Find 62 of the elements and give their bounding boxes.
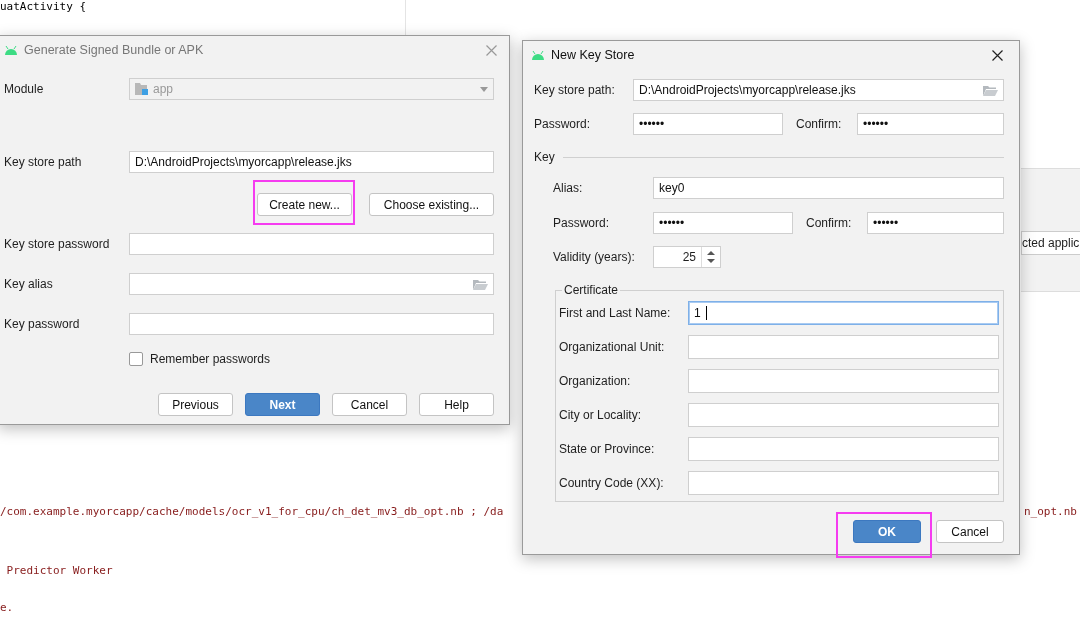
text-field[interactable]: cted applic: [1021, 231, 1080, 255]
input-field[interactable]: [688, 437, 999, 461]
field-label: Country Code (XX):: [559, 476, 665, 490]
folder-icon[interactable]: [983, 84, 998, 96]
dialog-button[interactable]: Cancel: [936, 520, 1004, 543]
folder-icon[interactable]: [473, 278, 488, 290]
field-label: Password:: [534, 117, 592, 131]
input-field[interactable]: [688, 403, 999, 427]
android-icon: [4, 45, 18, 55]
password-field[interactable]: ••••••: [633, 113, 783, 135]
code-line: Predictor Worker: [5, 564, 113, 578]
input-field[interactable]: key0: [653, 177, 1004, 199]
input-field[interactable]: [129, 233, 494, 255]
caret-icon: [480, 86, 488, 92]
number-spinner[interactable]: 25: [653, 246, 721, 268]
dialog-button[interactable]: Help: [419, 393, 494, 416]
password-field[interactable]: ••••••: [857, 113, 1004, 135]
field-label: Key password: [4, 317, 81, 331]
group-title: Certificate: [563, 283, 620, 297]
code-line: uatActivity {: [0, 0, 87, 14]
input-field[interactable]: [688, 335, 999, 359]
input-field[interactable]: [129, 313, 494, 335]
field-label: Confirm:: [805, 216, 853, 230]
field-label: Organization:: [559, 374, 632, 388]
input-field[interactable]: D:\AndroidProjects\myorcapp\release.jks: [129, 151, 494, 173]
input-field[interactable]: [129, 273, 494, 295]
field-label: State or Province:: [559, 442, 656, 456]
field-label: Organizational Unit:: [559, 340, 666, 354]
field-label: Module: [4, 82, 45, 96]
field-label: Alias:: [553, 181, 584, 195]
dialog-button[interactable]: Next: [245, 393, 320, 416]
password-field[interactable]: ••••••: [653, 212, 793, 234]
dialog-button[interactable]: OK: [853, 520, 921, 543]
password-field[interactable]: ••••••: [867, 212, 1004, 234]
input-field[interactable]: 1: [688, 301, 999, 325]
field-label: Password:: [553, 216, 611, 230]
android-icon: [531, 50, 545, 60]
field-label: Key alias: [4, 277, 54, 291]
checkbox[interactable]: [129, 352, 143, 366]
folder-icon: [135, 83, 149, 95]
path-button[interactable]: Create new...: [257, 193, 352, 216]
section-title: Key: [534, 150, 555, 164]
code-line: n_opt.nb: [1024, 505, 1077, 519]
path-button[interactable]: Choose existing...: [369, 193, 494, 216]
input-field[interactable]: [688, 471, 999, 495]
window-title: Generate Signed Bundle or APK: [24, 43, 205, 57]
window-title: New Key Store: [551, 48, 636, 62]
field-label: Key store path: [4, 155, 83, 169]
code-line: /com.example.myorcapp/cache/models/ocr_v1_for_cpu/ch_det_mv3_db_opt.nb ; /da: [0, 505, 504, 519]
input-field[interactable]: D:\AndroidProjects\myorcapp\release.jks: [633, 79, 1004, 101]
field-label: Key store path:: [534, 83, 616, 97]
dialog-button[interactable]: Previous: [158, 393, 233, 416]
field-label: Validity (years):: [553, 250, 636, 264]
field-label: City or Locality:: [559, 408, 643, 422]
checkbox-label: Remember passwords: [150, 352, 271, 366]
field-label: First and Last Name:: [559, 306, 672, 320]
field-label: Confirm:: [795, 117, 843, 131]
close-icon[interactable]: [992, 49, 1003, 61]
field-label: Key store password: [4, 237, 111, 251]
code-line: e.: [0, 601, 14, 615]
input-field[interactable]: [688, 369, 999, 393]
dialog-button[interactable]: Cancel: [332, 393, 407, 416]
